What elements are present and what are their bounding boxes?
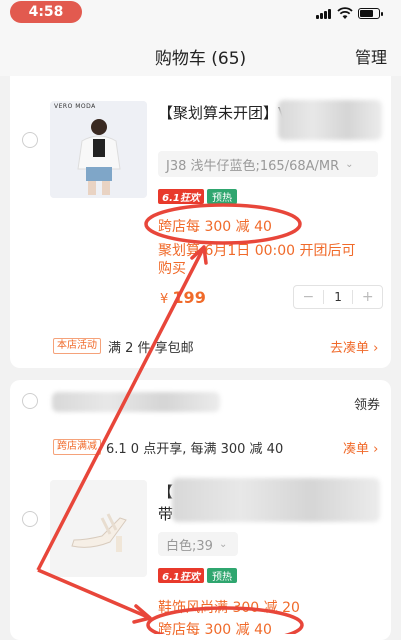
- store-activity-tag: 本店活动: [53, 338, 101, 354]
- wifi-icon: [337, 7, 353, 19]
- item-1-sku-text: J38 浅牛仔蓝色;165/68A/MR: [166, 158, 340, 174]
- item-1-quantity-stepper[interactable]: − 1 +: [293, 285, 383, 309]
- store-activity-text: 满 2 件 享包邮: [108, 341, 194, 356]
- cellular-signal-icon: [316, 9, 332, 19]
- price-currency: ¥: [160, 292, 169, 307]
- store-activity-link[interactable]: 去凑单 ›: [330, 337, 378, 356]
- product-model-image: [50, 101, 147, 198]
- item-1-sku-selector[interactable]: J38 浅牛仔蓝色;165/68A/MR ⌄: [158, 151, 378, 177]
- qty-minus-button[interactable]: −: [294, 289, 323, 305]
- item-2-title-line-2[interactable]: 带: [158, 503, 173, 524]
- price-value: 199: [172, 288, 206, 307]
- item-2-title-redacted: [172, 478, 380, 522]
- item-2-tag-61: 6.1狂欢: [158, 568, 204, 583]
- cross-store-text: 6.1 0 点开享, 每满 300 减 40: [106, 442, 284, 457]
- item-2-title[interactable]: 【: [158, 481, 173, 502]
- item-1-title-redacted: [278, 100, 382, 140]
- item-2-product-image[interactable]: [50, 480, 147, 577]
- item-1-tag-preheat: 预热: [207, 189, 237, 204]
- page-title: 购物车 (65): [154, 49, 247, 69]
- cross-store-link[interactable]: 凑单 ›: [343, 438, 378, 457]
- brand-logo-text: VERO MODA: [54, 103, 96, 110]
- manage-button[interactable]: 管理: [355, 44, 387, 68]
- item-1-promo-juhuasuan: 聚划算 6月1日 00:00 开团后可: [158, 243, 356, 259]
- item-1-tag-61: 6.1狂欢: [158, 189, 204, 204]
- chevron-down-icon: ⌄: [345, 158, 354, 170]
- qty-plus-button[interactable]: +: [353, 289, 382, 305]
- item-1-select-checkbox[interactable]: [22, 132, 38, 148]
- item-1-product-image[interactable]: [50, 101, 147, 198]
- item-1-title[interactable]: 【聚划算未开团】V: [158, 102, 288, 123]
- item-2-select-checkbox[interactable]: [22, 511, 38, 527]
- item-1-price: ¥ 199: [160, 288, 206, 307]
- store-2-select-checkbox[interactable]: [22, 393, 38, 409]
- coupon-button[interactable]: 领券: [354, 394, 380, 413]
- cross-store-tag: 跨店满减: [53, 439, 101, 455]
- item-2-sku-selector[interactable]: 白色;39 ⌄: [158, 532, 238, 556]
- status-time: 4:58: [10, 1, 82, 23]
- item-1-promo-cross-store: 跨店每 300 减 40: [158, 219, 272, 235]
- product-shoe-image: [50, 480, 147, 577]
- chevron-down-icon: ⌄: [218, 538, 228, 550]
- item-1-promo-juhuasuan-2: 购买: [158, 261, 186, 277]
- item-2-sku-text: 白色;39: [166, 538, 213, 554]
- store-2-name-redacted: [52, 392, 220, 412]
- item-2-tag-preheat: 预热: [207, 568, 237, 583]
- item-2-promo-store: 鞋饰风尚满 300 减 20: [158, 600, 300, 616]
- battery-icon: [358, 8, 383, 19]
- item-2-promo-cross-store: 跨店每 300 减 40: [158, 622, 272, 638]
- qty-value[interactable]: 1: [324, 290, 353, 304]
